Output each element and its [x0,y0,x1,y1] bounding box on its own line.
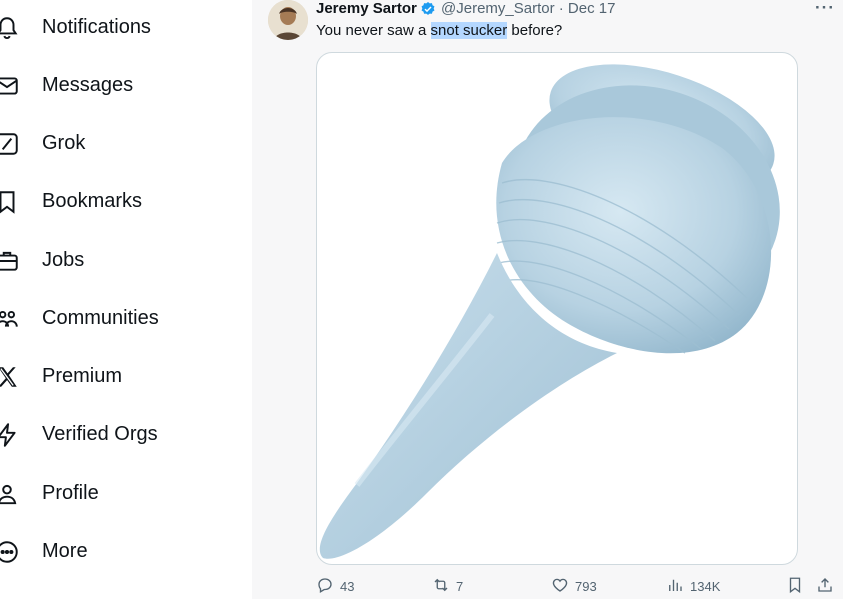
nasal-aspirator-image [319,64,780,559]
sidebar-item-label: Bookmarks [42,190,143,212]
sidebar-item-label: Profile [42,482,99,504]
bookmark-icon [0,189,20,215]
view-count: 134K [690,578,721,594]
tweet-text-highlight: snot sucker [430,22,508,39]
reply-button[interactable]: 43 [316,573,354,599]
sidebar: Notifications Messages Grok Bookmarks Jo… [0,0,252,599]
bell-icon [0,15,20,41]
sidebar-item-label: Verified Orgs [42,423,158,445]
verified-badge-icon [420,1,436,17]
briefcase-icon [0,248,20,274]
sidebar-item-label: Grok [42,132,86,154]
like-button[interactable]: 793 [551,573,597,599]
analytics-icon [666,576,690,597]
more-options-button[interactable]: ··· [815,0,835,18]
repost-count: 7 [456,578,464,594]
reply-count: 43 [340,578,355,594]
sidebar-item-label: More [42,540,88,562]
reply-icon [316,576,340,597]
author-name[interactable]: Jeremy Sartor [316,0,417,17]
handle-and-date[interactable]: @Jeremy_Sartor · Dec 17 [441,0,615,17]
sidebar-item-label: Premium [42,365,123,387]
like-count: 793 [575,578,597,594]
envelope-icon [0,73,20,99]
sidebar-item-label: Messages [42,74,134,96]
avatar[interactable] [268,0,308,40]
tweet-text: You never saw a snot sucker before? [316,22,562,39]
people-icon [0,306,20,332]
more-circle-icon [0,539,20,565]
tweet-text-before: You never saw a [316,22,431,39]
x-logo-icon [0,364,20,390]
heart-icon [551,576,575,597]
grok-icon [0,131,20,157]
share-icon [816,576,840,597]
bookmark-icon [786,576,810,597]
sidebar-item-label: Jobs [42,249,85,271]
repost-icon [432,576,456,597]
bookmark-button[interactable] [786,573,810,599]
tweet-image[interactable] [316,52,798,565]
tweet-actions: 43 7 793 134K [0,573,843,599]
lightning-icon [0,422,20,448]
repost-button[interactable]: 7 [432,573,463,599]
sidebar-item-label: Notifications [42,16,151,38]
tweet-text-after: before? [507,22,563,39]
person-icon [0,481,20,507]
views-button[interactable]: 134K [666,573,720,599]
share-button[interactable] [816,573,840,599]
sidebar-item-label: Communities [42,307,159,329]
